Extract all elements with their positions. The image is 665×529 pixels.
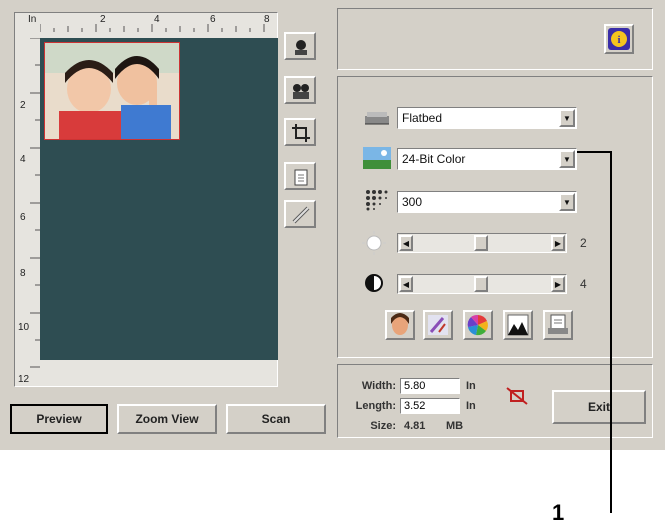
width-label: Width: (361, 380, 396, 392)
zoom-view-button[interactable]: Zoom View (117, 404, 217, 434)
brush-icon (428, 315, 448, 335)
crop-icon (292, 124, 310, 142)
color-photo-icon (362, 145, 392, 171)
document-icon (548, 314, 568, 334)
ruler-v-tick: 12 (18, 374, 30, 385)
ruler-v-tick: 2 (20, 100, 26, 111)
svg-text:i: i (617, 34, 620, 46)
info-button[interactable]: i (604, 24, 634, 54)
size-value: 4.81 (404, 420, 426, 432)
ruler-v-ticks (30, 38, 40, 368)
multi-scan-button[interactable] (284, 76, 316, 104)
callout-leader-vertical (610, 151, 612, 513)
length-label: Length: (355, 400, 396, 412)
exit-button[interactable]: Exit (552, 390, 646, 424)
face-button[interactable] (385, 310, 415, 340)
chevron-down-icon[interactable]: ▼ (559, 193, 575, 211)
zoom-view-button-label: Zoom View (135, 412, 199, 426)
contrast-icon (362, 270, 392, 296)
brightness-slider[interactable]: ◀ ▶ (397, 233, 567, 253)
filter-icon (507, 314, 529, 336)
chevron-right-icon[interactable]: ▶ (551, 235, 565, 251)
contrast-value: 4 (580, 277, 587, 291)
ruler-v-tick: 10 (18, 322, 30, 333)
clipboard-icon (294, 169, 308, 186)
preview-button[interactable]: Preview (10, 404, 108, 434)
exit-button-label: Exit (587, 400, 610, 414)
document-button[interactable] (543, 310, 573, 340)
no-crop-icon (506, 387, 528, 405)
scan-button-label: Scan (261, 412, 291, 426)
preview-button-label: Preview (36, 412, 82, 426)
ruler-v-tick: 4 (20, 154, 26, 165)
scan-button[interactable]: Scan (226, 404, 326, 434)
preview-photo[interactable] (44, 42, 180, 140)
length-unit: In (466, 400, 476, 412)
face-icon (391, 313, 409, 335)
size-label: Size: (370, 420, 396, 432)
chevron-down-icon[interactable]: ▼ (559, 150, 575, 168)
auto-scan-button[interactable] (284, 32, 316, 60)
resolution-value: 300 (402, 195, 423, 209)
resolution-icon (362, 186, 392, 212)
ruler-h-ticks (40, 24, 265, 32)
image-type-value: 24-Bit Color (402, 152, 466, 166)
width-field[interactable]: 5.80 (400, 378, 460, 394)
chevron-down-icon[interactable]: ▼ (559, 109, 575, 127)
no-crop-button[interactable] (505, 386, 531, 408)
ruler-v-tick: 8 (20, 268, 26, 279)
color-wheel-button[interactable] (463, 310, 493, 340)
flatbed-icon (362, 104, 392, 130)
brightness-value: 2 (580, 236, 587, 250)
crop-button[interactable] (284, 118, 316, 146)
ruler-icon (292, 206, 310, 224)
contrast-slider-thumb[interactable] (474, 276, 488, 292)
chevron-left-icon[interactable]: ◀ (399, 235, 413, 251)
length-field[interactable]: 3.52 (400, 398, 460, 414)
image-type-select[interactable]: 24-Bit Color ▼ (397, 148, 577, 170)
ruler-v-tick: 6 (20, 212, 26, 223)
scanner-window: In 2 4 6 8 2 4 6 8 10 12 Preview Zoom Vi… (0, 0, 665, 450)
scan-source-value: Flatbed (402, 111, 443, 125)
auto-scan-icon (295, 40, 307, 55)
chevron-right-icon[interactable]: ▶ (551, 276, 565, 292)
scan-source-select[interactable]: Flatbed ▼ (397, 107, 577, 129)
callout-number: 1 (552, 500, 565, 525)
filter-button[interactable] (503, 310, 533, 340)
ruler-button[interactable] (284, 200, 316, 228)
brightness-slider-thumb[interactable] (474, 235, 488, 251)
brightness-icon (362, 230, 392, 256)
chevron-left-icon[interactable]: ◀ (399, 276, 413, 292)
info-icon: i (608, 28, 630, 50)
width-unit: In (466, 380, 476, 392)
clipboard-button[interactable] (284, 162, 316, 190)
brush-button[interactable] (423, 310, 453, 340)
contrast-slider[interactable]: ◀ ▶ (397, 274, 567, 294)
color-wheel-icon (467, 314, 488, 336)
callout-leader-horizontal (577, 151, 612, 153)
multi-scan-icon (293, 84, 309, 99)
resolution-select[interactable]: 300 ▼ (397, 191, 577, 213)
size-unit: MB (446, 420, 464, 432)
